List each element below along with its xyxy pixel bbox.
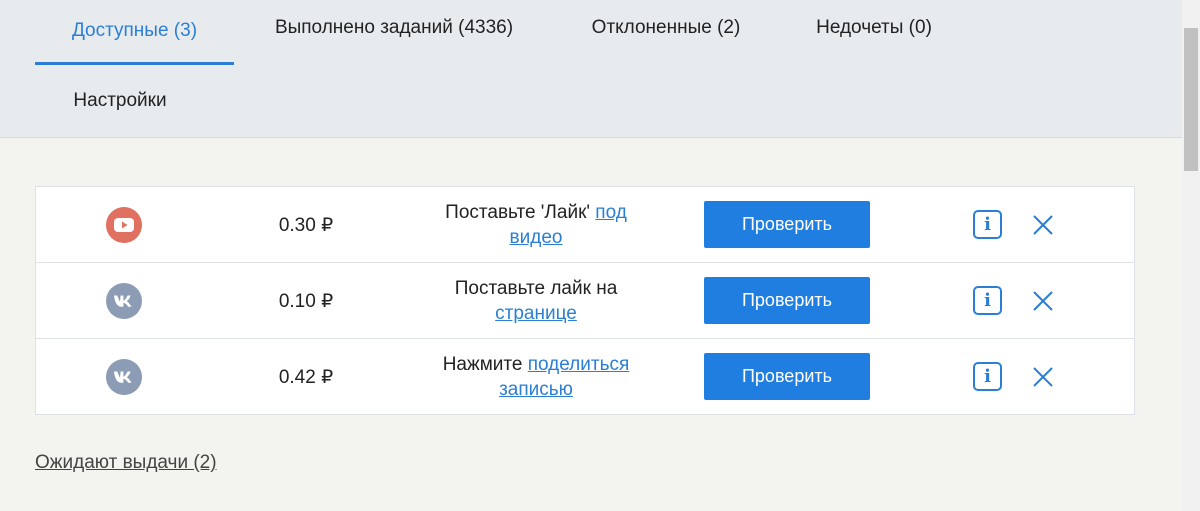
info-icon[interactable]: i <box>973 286 1002 315</box>
info-icon[interactable]: i <box>973 362 1002 391</box>
task-price: 0.30 ₽ <box>278 214 334 236</box>
task-description-text: Нажмите <box>442 354 528 375</box>
task-row: 0.42 ₽ Нажмите поделиться записью Провер… <box>36 339 1134 414</box>
task-price: 0.10 ₽ <box>278 290 334 312</box>
vk-icon <box>106 359 142 395</box>
task-row: 0.10 ₽ Поставьте лайк на странице Провер… <box>36 263 1134 339</box>
tab-completed-tasks[interactable]: Выполнено заданий (4336) <box>255 0 533 56</box>
task-description: Поставьте лайк на странице <box>421 263 651 339</box>
page: Доступные (3) Выполнено заданий (4336) О… <box>0 0 1182 511</box>
task-list: 0.30 ₽ Поставьте 'Лайк' под видео Провер… <box>35 186 1135 415</box>
task-link[interactable]: странице <box>495 303 577 324</box>
tab-flaws[interactable]: Недочеты (0) <box>800 0 948 56</box>
check-button[interactable]: Проверить <box>704 201 870 248</box>
task-price: 0.42 ₽ <box>278 366 334 388</box>
task-description: Поставьте 'Лайк' под видео <box>421 187 651 263</box>
scrollbar-thumb[interactable] <box>1184 28 1198 171</box>
scrollbar[interactable] <box>1182 0 1200 511</box>
vk-icon <box>106 283 142 319</box>
check-button[interactable]: Проверить <box>704 277 870 324</box>
close-icon[interactable] <box>1031 289 1055 313</box>
tab-settings[interactable]: Настройки <box>55 74 185 128</box>
tab-available[interactable]: Доступные (3) <box>35 0 234 65</box>
task-description-text: Поставьте лайк на <box>454 278 618 299</box>
pending-issue-link[interactable]: Ожидают выдачи (2) <box>35 452 217 474</box>
close-icon[interactable] <box>1031 213 1055 237</box>
task-description-text: Поставьте 'Лайк' <box>445 202 596 223</box>
tab-rejected[interactable]: Отклоненные (2) <box>572 0 760 56</box>
tabs-bar: Доступные (3) Выполнено заданий (4336) О… <box>0 0 1182 138</box>
youtube-icon <box>106 207 142 243</box>
task-row: 0.30 ₽ Поставьте 'Лайк' под видео Провер… <box>36 187 1134 263</box>
check-button[interactable]: Проверить <box>704 353 870 400</box>
close-icon[interactable] <box>1031 365 1055 389</box>
task-description: Нажмите поделиться записью <box>421 339 651 415</box>
info-icon[interactable]: i <box>973 210 1002 239</box>
